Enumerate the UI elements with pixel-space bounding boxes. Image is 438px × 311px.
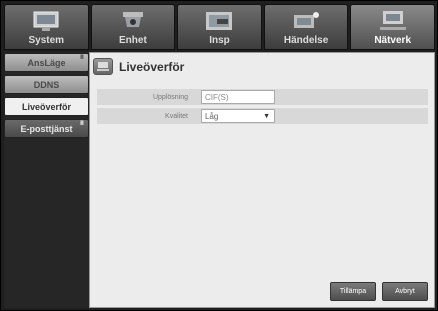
- tab-label: Enhet: [119, 35, 147, 46]
- event-icon: [294, 12, 320, 28]
- panel-header: Liveöverför: [93, 58, 184, 75]
- sidebar-item-anslage[interactable]: AnsLäge ▘: [4, 53, 89, 72]
- tab-natverk[interactable]: Nätverk: [350, 4, 435, 50]
- tab-label: System: [28, 35, 65, 46]
- dvr-window: System Enhet Insp Händelse Nätverk AnsLä…: [0, 0, 438, 311]
- sidebar-item-liveoverfor[interactable]: Liveöverför: [4, 97, 89, 116]
- network-settings-icon: [93, 58, 113, 75]
- sidebar-menu: AnsLäge ▘ DDNS Liveöverför E-posttjänst …: [4, 52, 89, 308]
- tab-label: Insp: [209, 35, 230, 46]
- resolution-label: Upplösning: [152, 93, 188, 101]
- record-icon: [206, 12, 233, 30]
- tab-handelse[interactable]: Händelse: [263, 4, 349, 50]
- corner-marker-icon: ▘: [80, 122, 86, 129]
- cancel-button[interactable]: Avbryt: [382, 282, 428, 301]
- apply-button[interactable]: Tillämpa: [330, 282, 376, 301]
- monitor-icon: [33, 11, 59, 31]
- corner-marker-icon: ▘: [80, 56, 86, 63]
- sidebar-item-label: AnsLäge: [27, 57, 66, 68]
- sidebar-item-e-posttjanst[interactable]: E-posttjänst ▘: [4, 119, 89, 138]
- sidebar-item-ddns[interactable]: DDNS: [4, 75, 89, 94]
- camera-icon: [122, 12, 143, 27]
- sidebar-item-label: Liveöverför: [21, 101, 72, 112]
- quality-row: Kvalitet Låg ▼: [97, 108, 428, 124]
- resolution-value: CIF(S): [205, 92, 229, 102]
- tab-label: Nätverk: [374, 35, 412, 46]
- dropdown-arrow-icon: ▼: [263, 112, 270, 120]
- page-title: Liveöverför: [119, 59, 185, 74]
- top-tab-bar: System Enhet Insp Händelse Nätverk: [4, 4, 435, 50]
- tab-insp[interactable]: Insp: [177, 4, 262, 50]
- sidebar-item-label: DDNS: [33, 79, 60, 90]
- resolution-row: Upplösning CIF(S): [97, 89, 428, 105]
- tab-system[interactable]: System: [4, 4, 89, 50]
- settings-panel: Liveöverför Upplösning CIF(S) Kvalitet L…: [89, 52, 435, 308]
- tab-label: Händelse: [283, 35, 329, 46]
- sidebar-item-label: E-posttjänst: [20, 123, 73, 134]
- network-icon: [379, 11, 406, 30]
- tab-enhet[interactable]: Enhet: [90, 4, 176, 50]
- quality-label: Kvalitet: [165, 112, 188, 120]
- resolution-field[interactable]: CIF(S): [201, 90, 275, 104]
- quality-value: Låg: [205, 111, 219, 121]
- quality-select[interactable]: Låg ▼: [201, 109, 275, 123]
